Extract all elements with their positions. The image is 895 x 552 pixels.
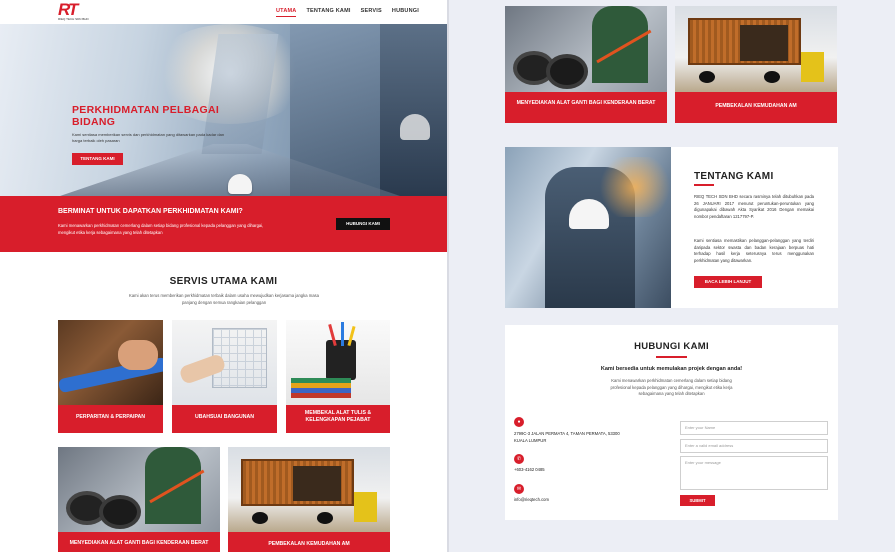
service-card-label: PEMBEKALAN KEMUDAHAN AM: [268, 541, 350, 547]
nav-utama[interactable]: UTAMA: [276, 8, 297, 17]
service-card-label: UBAHSUAI BANGUNAN: [194, 414, 255, 420]
title-underline: [656, 356, 687, 358]
service-card-alat-ganti[interactable]: MENYEDIAKAN ALAT GANTI BAGI KENDERAAN BE…: [505, 6, 667, 123]
service-card-alat-tulis[interactable]: MEMBEKAL ALAT TULIS & KELENGKAPAN PEJABA…: [286, 320, 390, 433]
building-drawing-photo: [172, 320, 277, 405]
hero-about-button[interactable]: TENTANG KAMI: [72, 153, 123, 165]
service-card-kemudahan-am[interactable]: PEMBEKALAN KEMUDAHAN AM: [675, 6, 837, 123]
service-card-ubahsuai[interactable]: UBAHSUAI BANGUNAN: [172, 320, 277, 433]
address-line-1: 2799C-3 JALAN PERMATA 4, TAMAN PERMATA, …: [514, 431, 620, 436]
title-underline: [694, 184, 714, 186]
service-card-alat-ganti[interactable]: MENYEDIAKAN ALAT GANTI BAGI KENDERAAN BE…: [58, 447, 220, 552]
contact-subtitle: Kami bersedia untuk memulakan projek den…: [600, 366, 743, 372]
contact-email[interactable]: info@rieqtech.com: [514, 497, 549, 504]
cargo-truck-photo: [675, 6, 837, 92]
hero-title: PERKHIDMATAN PELBAGAI BIDANG: [72, 104, 220, 128]
service-card-label: MENYEDIAKAN ALAT GANTI BAGI KENDERAAN BE…: [516, 100, 656, 106]
homepage-right-panel: MENYEDIAKAN ALAT GANTI BAGI KENDERAAN BE…: [449, 0, 895, 552]
logo-subtitle: RIEQ TECH SDN BHD: [58, 17, 89, 21]
hero-banner: PERKHIDMATAN PELBAGAI BIDANG Kami sentia…: [0, 24, 447, 196]
service-card-label: PERPARITAN & PERPAIPAN: [75, 414, 146, 420]
cta-title: BERMINAT UNTUK DAPATKAN PERKHIDMATAN KAM…: [58, 208, 243, 215]
service-card-label: MENYEDIAKAN ALAT GANTI BAGI KENDERAAN BE…: [69, 540, 209, 546]
cta-description: Kami menawarkan perkhidmatan cemerlang d…: [58, 223, 264, 235]
main-nav: UTAMA TENTANG KAMI SERVIS HUBUNGI: [276, 8, 419, 17]
contact-address: 2799C-3 JALAN PERMATA 4, TAMAN PERMATA, …: [514, 431, 620, 444]
truck-parts-photo: [505, 6, 667, 92]
pipe-work-photo: [58, 320, 163, 405]
service-card-kemudahan-am[interactable]: PEMBEKALAN KEMUDAHAN AM: [228, 447, 390, 552]
cta-contact-button[interactable]: HUBUNGI KAMI: [336, 218, 390, 230]
nav-tentang-kami[interactable]: TENTANG KAMI: [306, 8, 350, 17]
read-more-button[interactable]: BACA LEBIH LANJUT: [694, 276, 762, 288]
submit-button[interactable]: SUBMIT: [680, 495, 715, 506]
logo[interactable]: RT RIEQ TECH SDN BHD: [58, 0, 94, 22]
contact-section: HUBUNGI KAMI Kami bersedia untuk memulak…: [505, 325, 838, 520]
location-pin-icon: ●: [514, 417, 524, 427]
about-paragraph-1: RIEQ TECH SDN BHD secara rasminya telah …: [694, 194, 814, 220]
contact-phone[interactable]: +603-4162 0485: [514, 467, 545, 474]
about-section: [505, 147, 838, 308]
service-card-label: PEMBEKALAN KEMUDAHAN AM: [715, 103, 797, 109]
nav-servis[interactable]: SERVIS: [361, 8, 382, 17]
services-description: Kami akan terus memberikan perkhidmatan …: [129, 293, 319, 305]
nav-hubungi[interactable]: HUBUNGI: [392, 8, 419, 17]
phone-icon: ✆: [514, 454, 524, 464]
navbar: RT RIEQ TECH SDN BHD UTAMA TENTANG KAMI …: [0, 0, 447, 24]
hero-building: [380, 24, 447, 196]
about-paragraph-2: Kami sentiasa memastikan pelanggan-pelan…: [694, 238, 814, 264]
hard-hat-icon: [228, 174, 252, 194]
logo-mark: RT: [58, 0, 78, 19]
engineer-photo: [505, 147, 671, 308]
cargo-truck-photo: [228, 447, 390, 532]
name-input[interactable]: Enter your Name: [680, 421, 828, 435]
truck-parts-photo: [58, 447, 220, 532]
services-title: SERVIS UTAMA KAMI: [169, 276, 278, 287]
contact-description: Kami menawarkan perkhidmatan cemerlang d…: [610, 378, 733, 396]
hard-hat-icon: [400, 114, 430, 140]
address-line-2: KUALA LUMPUR: [514, 437, 547, 443]
hero-description: Kami sentiasa memberikan servis dan perk…: [72, 132, 225, 143]
email-input[interactable]: Enter a valid email address: [680, 439, 828, 453]
service-card-label: MEMBEKAL ALAT TULIS & KELENGKAPAN PEJABA…: [304, 410, 372, 423]
stationery-photo: [286, 320, 390, 405]
homepage-left-panel: RT RIEQ TECH SDN BHD UTAMA TENTANG KAMI …: [0, 0, 447, 552]
cta-band: BERMINAT UNTUK DAPATKAN PERKHIDMATAN KAM…: [0, 196, 447, 252]
about-title: TENTANG KAMI: [694, 171, 774, 182]
service-card-perparitan[interactable]: PERPARITAN & PERPAIPAN: [58, 320, 163, 433]
email-icon: ✉: [514, 484, 524, 494]
contact-title: HUBUNGI KAMI: [634, 341, 709, 352]
message-textarea[interactable]: Enter your message: [680, 456, 828, 490]
